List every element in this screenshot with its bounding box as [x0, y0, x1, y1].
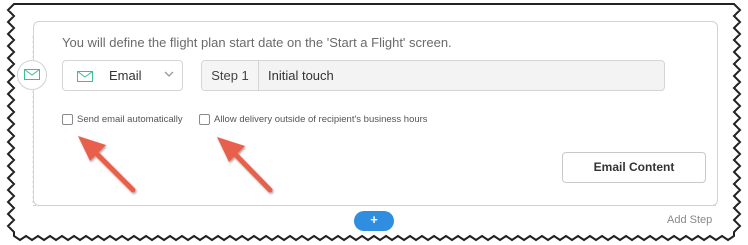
- arrow-to-allow-outside: [217, 137, 273, 193]
- arrow-to-send-auto: [78, 136, 136, 193]
- annotation-arrows: [78, 136, 273, 193]
